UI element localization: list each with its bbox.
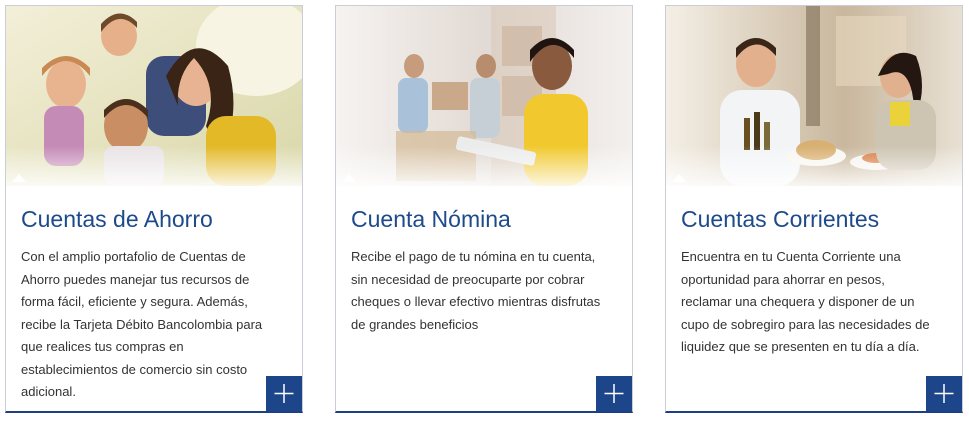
expand-button[interactable] — [926, 376, 962, 411]
card-description: Con el amplio portafolio de Cuentas de A… — [21, 249, 263, 399]
account-cards: Cuentas de Ahorro Con el amplio portafol… — [0, 0, 969, 421]
card-description: Recibe el pago de tu nómina en tu cuenta… — [351, 249, 601, 332]
card-description: Encuentra en tu Cuenta Corriente una opo… — [681, 249, 930, 354]
plus-icon — [604, 384, 624, 403]
photo-notch — [342, 174, 356, 182]
photo-notch — [12, 174, 26, 182]
card-cuenta-nomina: Cuenta Nómina Recibe el pago de tu nómin… — [335, 5, 633, 413]
warehouse-worker-photo — [336, 6, 632, 186]
card-title[interactable]: Cuentas de Ahorro — [21, 204, 213, 234]
expand-button[interactable] — [266, 376, 302, 411]
family-photo — [6, 6, 302, 186]
card-cuentas-corrientes: Cuentas Corrientes Encuentra en tu Cuent… — [665, 5, 963, 413]
restaurant-couple-photo — [666, 6, 962, 186]
card-title[interactable]: Cuentas Corrientes — [681, 204, 879, 234]
card-title[interactable]: Cuenta Nómina — [351, 204, 511, 234]
plus-icon — [934, 384, 954, 403]
card-cuentas-de-ahorro: Cuentas de Ahorro Con el amplio portafol… — [5, 5, 303, 413]
expand-button[interactable] — [596, 376, 632, 411]
plus-icon — [274, 384, 294, 403]
photo-notch — [672, 174, 686, 182]
